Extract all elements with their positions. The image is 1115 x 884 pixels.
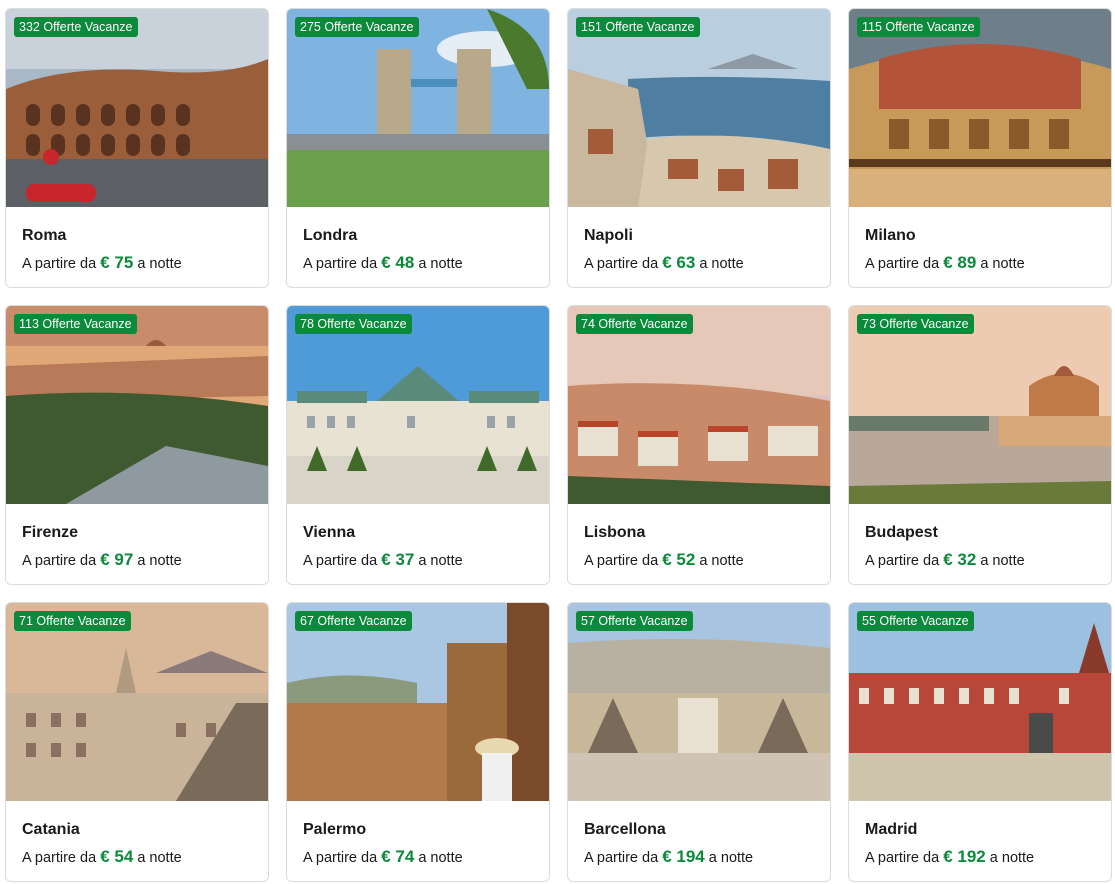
destination-photo[interactable]: 57 Offerte Vacanze <box>568 603 830 801</box>
price-amount: € 74 <box>381 847 415 866</box>
price-suffix: a notte <box>980 553 1025 569</box>
offers-badge: 74 Offerte Vacanze <box>576 314 693 334</box>
price-suffix: a notte <box>418 256 463 272</box>
offers-badge: 73 Offerte Vacanze <box>857 314 974 334</box>
price-line: A partire da € 37 a notte <box>303 551 533 570</box>
price-amount: € 48 <box>381 253 415 272</box>
destination-card-vienna[interactable]: 78 Offerte Vacanze Vienna A partire da €… <box>286 305 550 585</box>
price-suffix: a notte <box>980 256 1025 272</box>
price-amount: € 89 <box>943 253 977 272</box>
price-amount: € 54 <box>100 847 134 866</box>
city-name: Vienna <box>303 524 356 541</box>
city-name: Lisbona <box>584 524 646 541</box>
price-line: A partire da € 192 a notte <box>865 848 1095 867</box>
price-prefix: A partire da <box>584 553 659 569</box>
price-prefix: A partire da <box>865 256 940 272</box>
offers-badge: 115 Offerte Vacanze <box>857 17 980 37</box>
destination-card-palermo[interactable]: 67 Offerte Vacanze Palermo A partire da … <box>286 602 550 882</box>
price-suffix: a notte <box>137 850 182 866</box>
price-amount: € 52 <box>662 550 696 569</box>
price-line: A partire da € 63 a notte <box>584 254 814 273</box>
city-name: Napoli <box>584 227 633 244</box>
city-name: Catania <box>22 821 80 838</box>
price-line: A partire da € 194 a notte <box>584 848 814 867</box>
city-name: Londra <box>303 227 358 244</box>
price-prefix: A partire da <box>22 256 97 272</box>
price-suffix: a notte <box>418 553 463 569</box>
price-amount: € 63 <box>662 253 696 272</box>
price-amount: € 194 <box>662 847 705 866</box>
destination-photo[interactable]: 74 Offerte Vacanze <box>568 306 830 504</box>
destination-photo[interactable]: 275 Offerte Vacanze <box>287 9 549 207</box>
price-prefix: A partire da <box>865 553 940 569</box>
price-prefix: A partire da <box>22 850 97 866</box>
city-name: Palermo <box>303 821 367 838</box>
price-line: A partire da € 97 a notte <box>22 551 252 570</box>
city-name: Milano <box>865 227 916 244</box>
offers-badge: 78 Offerte Vacanze <box>295 314 412 334</box>
offers-badge: 67 Offerte Vacanze <box>295 611 412 631</box>
offers-badge: 113 Offerte Vacanze <box>14 314 137 334</box>
destination-photo[interactable]: 71 Offerte Vacanze <box>6 603 268 801</box>
destination-photo[interactable]: 113 Offerte Vacanze <box>6 306 268 504</box>
price-amount: € 32 <box>943 550 977 569</box>
price-amount: € 37 <box>381 550 415 569</box>
city-name: Barcellona <box>584 821 666 838</box>
destination-card-milano[interactable]: 115 Offerte Vacanze Milano A partire da … <box>848 8 1112 288</box>
price-amount: € 192 <box>943 847 986 866</box>
destination-grid: 332 Offerte Vacanze Roma A partire da € … <box>5 8 1112 882</box>
price-suffix: a notte <box>989 850 1035 866</box>
city-name: Roma <box>22 227 67 244</box>
destination-photo[interactable]: 151 Offerte Vacanze <box>568 9 830 207</box>
price-line: A partire da € 89 a notte <box>865 254 1095 273</box>
price-prefix: A partire da <box>584 850 659 866</box>
offers-badge: 151 Offerte Vacanze <box>576 17 700 37</box>
price-line: A partire da € 54 a notte <box>22 848 252 867</box>
price-prefix: A partire da <box>303 553 378 569</box>
price-line: A partire da € 52 a notte <box>584 551 814 570</box>
destination-card-budapest[interactable]: 73 Offerte Vacanze Budapest A partire da… <box>848 305 1112 585</box>
price-suffix: a notte <box>137 553 182 569</box>
price-prefix: A partire da <box>584 256 659 272</box>
price-suffix: a notte <box>137 256 182 272</box>
city-name: Budapest <box>865 524 938 541</box>
price-amount: € 75 <box>100 253 134 272</box>
price-suffix: a notte <box>699 256 744 272</box>
price-prefix: A partire da <box>303 850 378 866</box>
offers-badge: 275 Offerte Vacanze <box>295 17 419 37</box>
price-line: A partire da € 32 a notte <box>865 551 1095 570</box>
destination-photo[interactable]: 332 Offerte Vacanze <box>6 9 268 207</box>
destination-card-londra[interactable]: 275 Offerte Vacanze Londra A partire da … <box>286 8 550 288</box>
destination-card-catania[interactable]: 71 Offerte Vacanze Catania A partire da … <box>5 602 269 882</box>
destination-photo[interactable]: 115 Offerte Vacanze <box>849 9 1111 207</box>
offers-badge: 57 Offerte Vacanze <box>576 611 693 631</box>
destination-card-barcellona[interactable]: 57 Offerte Vacanze Barcellona A partire … <box>567 602 831 882</box>
destination-photo[interactable]: 78 Offerte Vacanze <box>287 306 549 504</box>
city-name: Madrid <box>865 821 918 838</box>
city-name: Firenze <box>22 524 79 541</box>
price-amount: € 97 <box>100 550 134 569</box>
destination-photo[interactable]: 73 Offerte Vacanze <box>849 306 1111 504</box>
destination-card-firenze[interactable]: 113 Offerte Vacanze Firenze A partire da… <box>5 305 269 585</box>
price-line: A partire da € 74 a notte <box>303 848 533 867</box>
destination-card-madrid[interactable]: 55 Offerte Vacanze Madrid A partire da €… <box>848 602 1112 882</box>
destination-card-napoli[interactable]: 151 Offerte Vacanze Napoli A partire da … <box>567 8 831 288</box>
price-suffix: a notte <box>699 553 744 569</box>
price-prefix: A partire da <box>22 553 97 569</box>
destination-photo[interactable]: 55 Offerte Vacanze <box>849 603 1111 801</box>
price-prefix: A partire da <box>303 256 378 272</box>
offers-badge: 71 Offerte Vacanze <box>14 611 131 631</box>
price-line: A partire da € 48 a notte <box>303 254 533 273</box>
destination-card-roma[interactable]: 332 Offerte Vacanze Roma A partire da € … <box>5 8 269 288</box>
offers-badge: 332 Offerte Vacanze <box>14 17 138 37</box>
offers-badge: 55 Offerte Vacanze <box>857 611 974 631</box>
destination-photo[interactable]: 67 Offerte Vacanze <box>287 603 549 801</box>
price-suffix: a notte <box>418 850 463 866</box>
price-prefix: A partire da <box>865 850 940 866</box>
destination-card-lisbona[interactable]: 74 Offerte Vacanze Lisbona A partire da … <box>567 305 831 585</box>
price-suffix: a notte <box>708 850 754 866</box>
price-line: A partire da € 75 a notte <box>22 254 252 273</box>
